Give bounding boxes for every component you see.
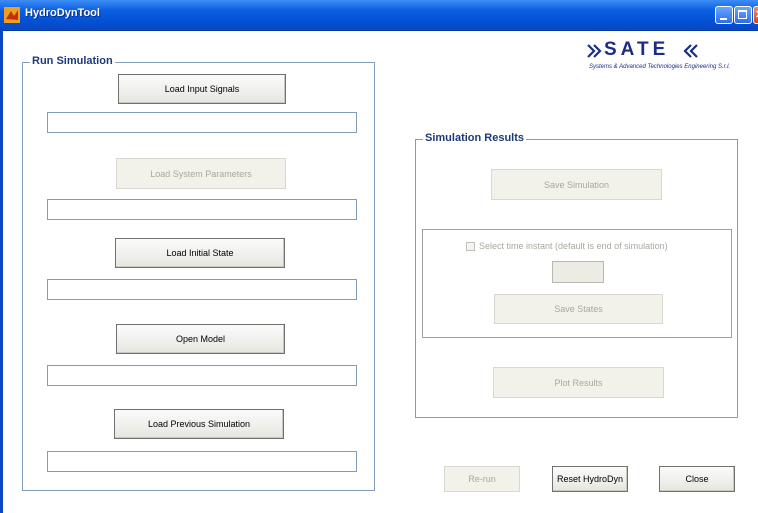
initial-state-path-field[interactable] xyxy=(47,279,357,300)
time-instant-checkbox-label: Select time instant (default is end of s… xyxy=(479,241,668,251)
window-frame-left xyxy=(0,30,3,513)
open-model-button[interactable]: Open Model xyxy=(116,324,285,354)
save-simulation-button[interactable]: Save Simulation xyxy=(491,169,662,200)
matlab-app-icon xyxy=(4,7,20,23)
load-input-signals-button[interactable]: Load Input Signals xyxy=(118,74,286,104)
sate-logo: SATE Systems & Advanced Technologies Eng… xyxy=(587,39,747,77)
run-simulation-title: Run Simulation xyxy=(30,55,115,67)
time-instant-input[interactable] xyxy=(552,261,604,283)
window-title: HydroDynTool xyxy=(25,7,100,19)
time-instant-checkbox[interactable] xyxy=(466,242,475,251)
maximize-button[interactable] xyxy=(734,6,752,24)
close-window-button[interactable]: ✕ xyxy=(753,6,758,24)
simulation-results-title: Simulation Results xyxy=(423,132,527,144)
close-button[interactable]: Close xyxy=(659,466,735,492)
logo-subtitle: Systems & Advanced Technologies Engineer… xyxy=(589,64,731,70)
input-signals-path-field[interactable] xyxy=(47,112,357,133)
load-system-parameters-button[interactable]: Load System Parameters xyxy=(116,158,286,189)
maximize-icon xyxy=(738,10,747,19)
previous-simulation-path-field[interactable] xyxy=(47,451,357,472)
save-states-button[interactable]: Save States xyxy=(494,294,663,324)
logo-text: SATE xyxy=(604,39,670,60)
reset-hydrodyn-button[interactable]: Reset HydroDyn xyxy=(552,466,628,492)
load-previous-simulation-button[interactable]: Load Previous Simulation xyxy=(114,409,284,439)
logo-right-arrows-icon xyxy=(683,44,698,58)
model-path-field[interactable] xyxy=(47,365,357,386)
system-parameters-path-field[interactable] xyxy=(47,199,357,220)
window-titlebar[interactable]: HydroDynTool ✕ xyxy=(0,0,758,31)
minimize-icon xyxy=(720,18,727,20)
load-initial-state-button[interactable]: Load Initial State xyxy=(115,238,285,268)
plot-results-button[interactable]: Plot Results xyxy=(493,367,664,398)
logo-left-arrows-icon xyxy=(587,44,602,58)
minimize-button[interactable] xyxy=(715,6,733,24)
rerun-button[interactable]: Re-run xyxy=(444,466,520,492)
